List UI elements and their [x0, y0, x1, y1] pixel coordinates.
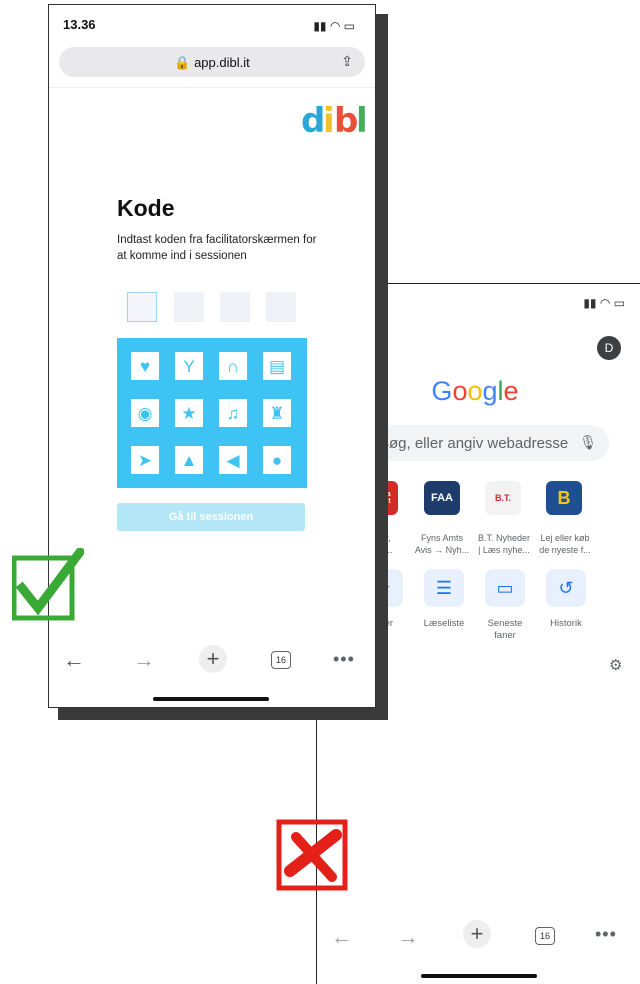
status-icons: ▮▮ ◠ ▭ — [313, 19, 355, 33]
forward-arrow-icon[interactable]: → — [133, 647, 155, 673]
headphones-icon[interactable]: ∩ — [219, 352, 247, 380]
drop-icon[interactable]: ● — [263, 446, 291, 474]
check-mark-icon — [12, 548, 84, 621]
briefcase-icon[interactable]: ▤ — [263, 352, 291, 380]
browser-toolbar: ← → + 16 ••• — [49, 645, 375, 685]
tab-count-button[interactable]: 16 — [535, 927, 555, 945]
castle-icon[interactable]: ♜ — [263, 399, 291, 427]
dibl-logo-letter: b — [334, 101, 359, 141]
tree-icon[interactable]: ▲ — [175, 446, 203, 474]
forward-arrow-icon[interactable]: → — [397, 924, 419, 950]
history-icon: ↺ — [558, 577, 574, 598]
plus-icon: + — [206, 646, 220, 671]
cross-mark-icon — [276, 819, 348, 891]
url-text: 🔒 app.dibl.it — [174, 55, 250, 70]
code-input-1[interactable] — [127, 292, 157, 322]
dibl-logo-letter: l — [356, 101, 368, 141]
tile-lej-eller-kob[interactable]: B — [546, 481, 582, 515]
tile-label: Lej eller køb de nyeste f... — [539, 533, 591, 555]
dibl-logo-letter: d — [301, 101, 326, 141]
history-button[interactable]: ↺ — [546, 569, 586, 607]
more-menu-icon[interactable]: ••• — [333, 649, 355, 670]
tile-label: Fyns Amts Avis → Nyh... — [414, 533, 470, 555]
back-arrow-icon[interactable]: ← — [63, 647, 85, 673]
paper-plane-icon[interactable]: ➤ — [131, 446, 159, 474]
home-indicator — [153, 697, 269, 701]
plus-icon: + — [470, 921, 484, 946]
shortcut-label: Læseliste — [423, 618, 465, 629]
lej-eller-kob-icon: B — [546, 481, 582, 515]
search-placeholder: Søg, eller angiv webadresse — [379, 435, 569, 452]
instruction-text: Indtast koden fra facilitatorskærmen for… — [117, 234, 317, 262]
shortcut-label: Historik — [550, 618, 582, 629]
code-input-4[interactable] — [266, 292, 296, 322]
shortcut-label: Seneste faner — [487, 618, 523, 641]
eye-icon[interactable]: ◉ — [131, 399, 159, 427]
page-title: Kode — [117, 195, 175, 221]
account-avatar[interactable]: D — [597, 336, 621, 360]
go-to-session-button[interactable]: Gå til sessionen — [117, 503, 305, 531]
code-input-2[interactable] — [174, 292, 204, 322]
more-menu-icon[interactable]: ••• — [595, 924, 617, 945]
lock-icon: 🔒 — [174, 55, 191, 70]
divider — [49, 87, 375, 88]
tab-count-button[interactable]: 16 — [271, 651, 291, 669]
bt-nyheder-icon: B.T. — [485, 481, 521, 515]
tile-bt-nyheder[interactable]: B.T. — [485, 481, 521, 515]
back-arrow-icon[interactable]: ← — [331, 924, 353, 950]
status-time: 13.36 — [63, 17, 96, 32]
microphone-icon[interactable]: 🎙 — [579, 434, 597, 451]
new-tab-button[interactable]: + — [199, 645, 227, 673]
megaphone-icon[interactable]: ◀ — [219, 446, 247, 474]
tile-fyns-amts-avis[interactable]: FAA — [424, 481, 460, 515]
home-indicator — [421, 974, 537, 978]
address-bar[interactable]: 🔒 app.dibl.it ⇪ — [59, 47, 365, 77]
list-icon: ☰ — [435, 577, 453, 598]
reading-list-button[interactable]: ☰ — [424, 569, 464, 607]
correct-example-screenshot: 13.36 ▮▮ ◠ ▭ 🔒 app.dibl.it ⇪ d i b l Kod… — [48, 4, 376, 708]
new-tab-button[interactable]: + — [463, 920, 491, 948]
star-icon[interactable]: ★ — [175, 399, 203, 427]
music-icon[interactable]: ♫ — [219, 399, 247, 427]
cocktail-icon[interactable]: Y — [175, 352, 203, 380]
dibl-logo-letter: i — [323, 101, 335, 141]
gear-icon[interactable]: ⚙ — [609, 656, 622, 674]
recent-tabs-button[interactable]: ▭ — [485, 569, 525, 607]
devices-icon: ▭ — [496, 577, 514, 598]
code-input-3[interactable] — [220, 292, 250, 322]
tile-label: B.T. Nyheder | Læs nyhe... — [477, 533, 531, 555]
fyns-amts-avis-icon: FAA — [424, 481, 460, 515]
status-icons: ▮▮ ◠ ▭ — [583, 296, 625, 310]
code-icon-keypad: ♥ Y ∩ ▤ ◉ ★ ♫ ♜ ➤ ▲ ◀ ● — [117, 338, 307, 488]
heart-icon[interactable]: ♥ — [131, 352, 159, 380]
share-icon[interactable]: ⇪ — [341, 53, 353, 70]
